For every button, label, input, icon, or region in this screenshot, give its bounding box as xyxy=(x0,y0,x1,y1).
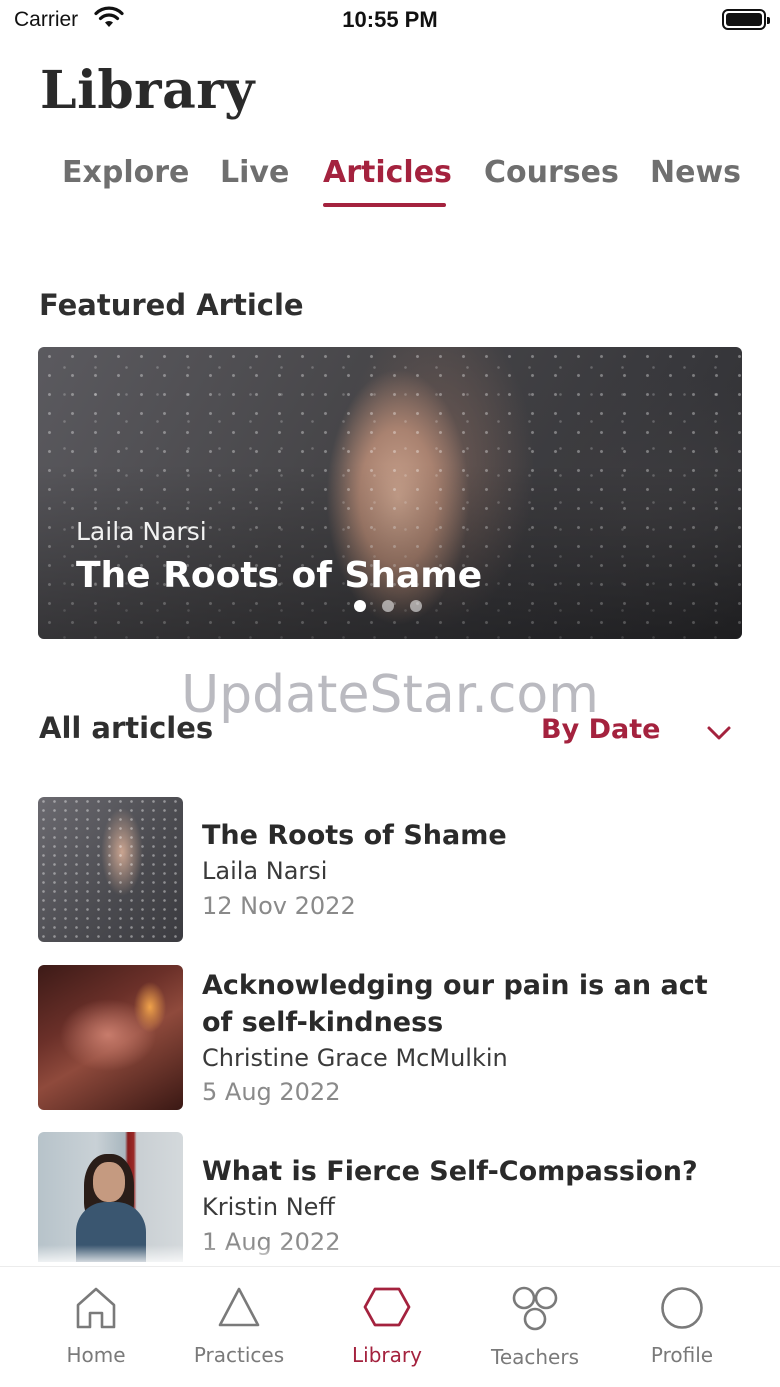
teachers-icon xyxy=(509,1285,561,1337)
carousel-page-indicator[interactable] xyxy=(354,597,438,616)
active-tab-indicator xyxy=(323,203,446,207)
list-item[interactable]: What is Fierce Self-Compassion? Kristin … xyxy=(38,1132,742,1262)
featured-article-card[interactable]: Laila Narsi The Roots of Shame xyxy=(38,347,742,639)
tab-courses[interactable]: Courses xyxy=(484,155,619,190)
tabbar-label: Profile xyxy=(650,1343,714,1367)
featured-author: Laila Narsi xyxy=(76,517,207,546)
featured-title: The Roots of Shame xyxy=(76,555,483,596)
carousel-dot[interactable] xyxy=(354,600,366,612)
tabbar-item-practices[interactable]: Practices xyxy=(161,1267,317,1387)
tabbar-label: Practices xyxy=(193,1343,285,1367)
article-title: What is Fierce Self-Compassion? xyxy=(202,1156,698,1187)
tab-news[interactable]: News xyxy=(650,155,741,190)
list-item[interactable]: Acknowledging our pain is an act of self… xyxy=(38,965,742,1110)
page-title: Library xyxy=(40,60,255,121)
tabbar-label: Home xyxy=(66,1343,126,1367)
battery-icon xyxy=(722,9,770,30)
tabbar-item-library[interactable]: Library xyxy=(309,1267,465,1387)
featured-section-title: Featured Article xyxy=(39,288,304,322)
sort-dropdown[interactable]: By Date xyxy=(541,714,660,745)
tabbar-item-home[interactable]: Home xyxy=(18,1267,174,1387)
list-item[interactable]: The Roots of Shame Laila Narsi 12 Nov 20… xyxy=(38,797,742,942)
tabbar-item-profile[interactable]: Profile xyxy=(604,1267,760,1387)
article-title: Acknowledging our pain is an act of self… xyxy=(202,970,708,1038)
article-date: 12 Nov 2022 xyxy=(202,892,356,920)
article-thumbnail xyxy=(38,965,183,1110)
article-author: Christine Grace McMulkin xyxy=(202,1044,508,1072)
carousel-dot[interactable] xyxy=(410,600,422,612)
article-title: The Roots of Shame xyxy=(202,820,507,851)
chevron-down-icon[interactable] xyxy=(706,724,732,746)
tabbar-label: Library xyxy=(352,1343,422,1367)
tabbar-label: Teachers xyxy=(491,1345,579,1369)
triangle-icon xyxy=(216,1285,262,1335)
home-icon xyxy=(74,1285,118,1335)
tab-live[interactable]: Live xyxy=(220,155,289,190)
article-thumbnail xyxy=(38,1132,183,1262)
article-date: 5 Aug 2022 xyxy=(202,1078,341,1106)
status-time: 10:55 PM xyxy=(342,7,438,32)
status-bar: Carrier 10:55 PM xyxy=(0,0,780,44)
carousel-dot[interactable] xyxy=(382,600,394,612)
article-author: Kristin Neff xyxy=(202,1193,335,1221)
tab-explore[interactable]: Explore xyxy=(62,155,189,190)
tabbar-item-teachers[interactable]: Teachers xyxy=(457,1267,613,1387)
bottom-tab-bar: Home Practices Library Teachers Profile xyxy=(0,1266,780,1387)
article-thumbnail xyxy=(38,797,183,942)
circle-icon xyxy=(659,1285,705,1335)
article-author: Laila Narsi xyxy=(202,857,328,885)
hexagon-icon xyxy=(362,1285,412,1333)
tab-articles[interactable]: Articles xyxy=(323,155,452,190)
library-tabs: Explore Live Articles Courses News xyxy=(0,155,780,215)
all-articles-title: All articles xyxy=(39,711,214,745)
